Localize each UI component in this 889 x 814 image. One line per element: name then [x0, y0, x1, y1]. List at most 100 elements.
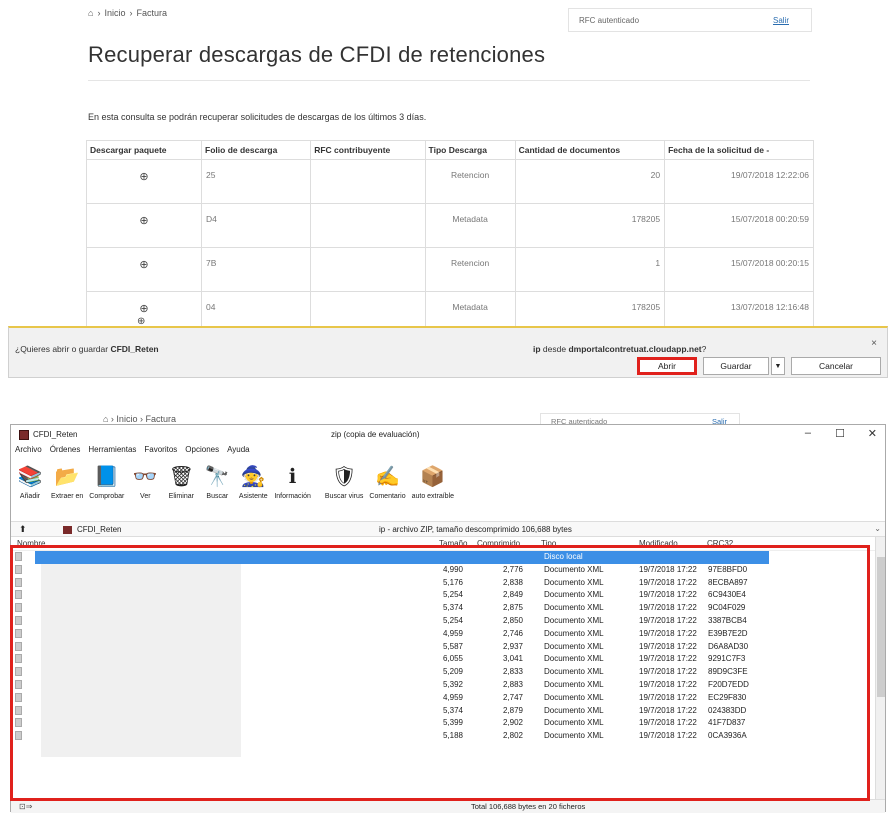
status-icon: ⊡⇒ — [19, 802, 33, 811]
file-row[interactable]: 5,209 2,833 Documento XML 19/7/2018 17:22 89… — [11, 666, 879, 679]
file-row[interactable]: 6,055 3,041 Documento XML 19/7/2018 17:22 92… — [11, 653, 879, 666]
save-button[interactable]: Guardar — [703, 357, 769, 375]
find-button[interactable]: 🔭 Buscar — [202, 461, 232, 501]
file-row[interactable]: 4,959 2,747 Documento XML 19/7/2018 17:22 EC… — [11, 692, 879, 705]
scrollbar-thumb[interactable] — [877, 557, 885, 697]
file-row[interactable]: 4,959 2,746 Documento XML 19/7/2018 17:22 E3… — [11, 628, 879, 641]
file-row[interactable]: 5,188 2,802 Documento XML 19/7/2018 17:22 0C… — [11, 730, 879, 743]
home-icon[interactable]: ⌂ — [88, 8, 93, 18]
info-button[interactable]: ℹ Información — [274, 461, 311, 501]
cantidad-cell: 20 — [514, 159, 666, 204]
open-button[interactable]: Abrir — [637, 357, 697, 375]
breadcrumb-inicio[interactable]: Inicio — [104, 8, 125, 18]
file-tipo: Documento XML — [544, 603, 604, 613]
fecha-cell: 15/07/2018 00:20:15 — [664, 247, 814, 292]
download-package-icon[interactable]: ⊕ — [139, 171, 148, 183]
download-cell: ⊕ — [85, 203, 203, 248]
cancel-button[interactable]: Cancelar — [791, 357, 881, 375]
folio-cell: D4 — [201, 203, 312, 248]
file-row[interactable]: 5,254 2,850 Documento XML 19/7/2018 17:22 33… — [11, 615, 879, 628]
menu-favoritos[interactable]: Favoritos — [144, 445, 177, 459]
wizard-button[interactable]: 🧙 Asistente — [238, 461, 268, 501]
file-modified: 19/7/2018 17:22 — [639, 705, 697, 715]
file-tipo: Disco local — [544, 552, 583, 561]
file-tipo: Documento XML — [544, 641, 604, 651]
file-row[interactable]: 5,176 2,838 Documento XML 19/7/2018 17:22 8E… — [11, 577, 879, 590]
col-tipo[interactable]: Tipo — [541, 539, 556, 548]
menu-herramientas[interactable]: Herramientas — [88, 445, 136, 459]
tipo-cell: Metadata — [424, 203, 516, 248]
download-package-icon[interactable]: ⊕ — [139, 303, 148, 315]
file-xml-icon — [15, 718, 22, 728]
file-crc32: 89D9C3FE — [708, 667, 748, 677]
virus-scan-button[interactable]: 🛡 Buscar virus — [324, 461, 364, 501]
file-xml-icon — [15, 679, 22, 689]
menu-ayuda[interactable]: Ayuda — [227, 445, 250, 459]
file-size: 5,254 — [442, 590, 463, 600]
file-row[interactable]: 5,587 2,937 Documento XML 19/7/2018 17:22 D6… — [11, 641, 879, 654]
download-question: ¿Quieres abrir o guardar CFDI_Reten — [15, 344, 159, 354]
add-archive-icon: 📚 — [17, 465, 43, 488]
menu-archivo[interactable]: Archivo — [15, 445, 42, 459]
download-package-icon[interactable]: ⊕ — [139, 259, 148, 271]
delete-button[interactable]: 🗑 Eliminar — [166, 461, 196, 501]
source-suffix: ? — [701, 344, 707, 354]
col-modificado[interactable]: Modificado — [639, 539, 678, 548]
chevron-down-icon[interactable]: ⌄ — [874, 524, 881, 533]
file-row[interactable]: 5,392 2,883 Documento XML 19/7/2018 17:22 F2… — [11, 679, 879, 692]
winzip-window: CFDI_Reten zip (copia de evaluación) – ☐… — [10, 424, 886, 813]
col-crc32[interactable]: CRC32 — [707, 539, 733, 548]
close-icon[interactable]: ✕ — [868, 427, 877, 440]
save-options-chevron-down-icon[interactable]: ▼ — [771, 357, 785, 375]
add-button[interactable]: 📚 Añadir — [15, 461, 45, 501]
file-modified: 19/7/2018 17:22 — [639, 577, 697, 587]
comment-icon: ✍ — [375, 465, 400, 488]
find-icon: 🔭 — [204, 465, 230, 488]
maximize-icon[interactable]: ☐ — [835, 427, 845, 440]
file-row[interactable]: 5,399 2,902 Documento XML 19/7/2018 17:22 41… — [11, 717, 879, 730]
extract-button[interactable]: 📂 Extraer en — [51, 461, 83, 501]
file-row-selected[interactable]: Disco local — [11, 551, 879, 564]
col-nombre[interactable]: Nombre — [17, 539, 45, 548]
file-list-header: Nombre Tamaño Comprimido Tipo Modificado… — [11, 537, 885, 551]
menu-opciones[interactable]: Opciones — [185, 445, 219, 459]
sfx-button[interactable]: 📦 auto extraíble — [412, 461, 454, 501]
file-row[interactable]: 5,254 2,849 Documento XML 19/7/2018 17:22 6C… — [11, 589, 879, 602]
window-titlebar[interactable]: CFDI_Reten zip (copia de evaluación) – ☐… — [11, 425, 885, 445]
file-size: 6,055 — [442, 654, 463, 664]
up-folder-icon[interactable]: ⬆ — [19, 524, 27, 535]
rfc-auth-label: RFC autenticado — [579, 15, 640, 25]
test-icon: 📘 — [94, 465, 120, 488]
test-label: Comprobar — [89, 493, 125, 500]
file-modified: 19/7/2018 17:22 — [639, 564, 697, 574]
file-xml-icon — [15, 615, 22, 625]
file-packed: 2,849 — [502, 590, 523, 600]
close-icon[interactable]: × — [871, 338, 877, 349]
vertical-scrollbar[interactable] — [875, 537, 885, 799]
file-row[interactable]: 5,374 2,879 Documento XML 19/7/2018 17:22 02… — [11, 705, 879, 718]
menu-ordenes[interactable]: Órdenes — [50, 445, 81, 459]
file-row[interactable]: 4,990 2,776 Documento XML 19/7/2018 17:22 97… — [11, 564, 879, 577]
comment-button[interactable]: ✍ Comentario — [369, 461, 405, 501]
breadcrumb-factura[interactable]: Factura — [136, 8, 167, 18]
file-packed: 2,776 — [502, 564, 523, 574]
file-tipo: Documento XML — [544, 718, 604, 728]
menu-bar: Archivo Órdenes Herramientas Favoritos O… — [15, 445, 250, 459]
logout-link[interactable]: Salir — [773, 16, 789, 25]
file-row[interactable]: 5,374 2,875 Documento XML 19/7/2018 17:22 9C… — [11, 602, 879, 615]
col-tamano[interactable]: Tamaño — [439, 539, 467, 548]
title-divider — [88, 80, 810, 81]
download-package-icon[interactable]: ⊕ — [139, 215, 148, 227]
col-comprimido[interactable]: Comprimido — [477, 539, 520, 548]
source-middle: desde — [540, 344, 569, 354]
test-button[interactable]: 📘 Comprobar — [89, 461, 125, 501]
file-tipo: Documento XML — [544, 705, 604, 715]
view-button[interactable]: 👓 Ver — [130, 461, 160, 501]
minimize-icon[interactable]: – — [805, 427, 811, 439]
file-packed: 2,838 — [502, 577, 523, 587]
virus-scan-label: Buscar virus — [324, 493, 364, 500]
file-xml-icon — [15, 667, 22, 677]
download-cell: ⊕ — [85, 159, 203, 204]
file-list: Nombre Tamaño Comprimido Tipo Modificado… — [11, 537, 885, 799]
file-modified: 19/7/2018 17:22 — [639, 679, 697, 689]
